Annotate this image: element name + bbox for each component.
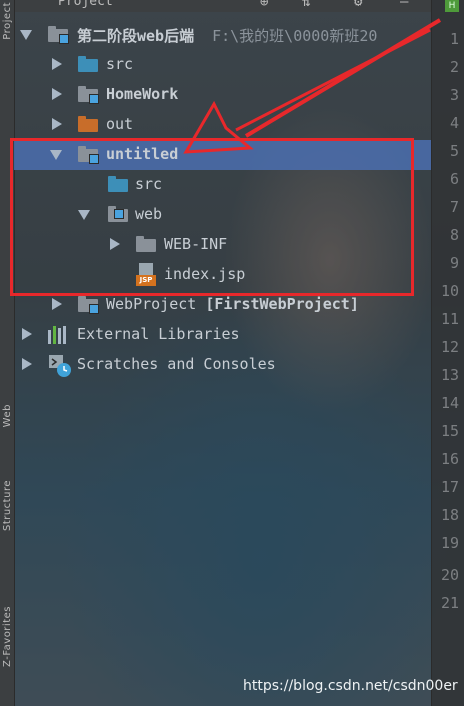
editor-gutter: H 1 2 3 4 5 6 7 8 9 10 11 12 13 14 15 16… (431, 0, 464, 706)
highlight-box (10, 138, 414, 296)
scratches-icon (48, 354, 72, 378)
tool-window-favorites-label[interactable]: Z-Favorites (2, 606, 13, 667)
tree-item-label: Scratches and Consoles (77, 355, 276, 373)
line-number: 20 (440, 566, 459, 584)
tree-root-label: 第二阶段web后端 F:\我的班\0000新班20 (77, 25, 377, 46)
excluded-folder-icon (78, 116, 98, 132)
watermark-text: https://blog.csdn.net/csdn00er (243, 678, 458, 694)
collapse-icon[interactable]: ⇅ (302, 0, 310, 10)
line-number: 18 (440, 506, 459, 524)
tree-item-label: WebProject [FirstWebProject] (106, 295, 359, 313)
line-number: 13 (440, 366, 459, 384)
line-number: 4 (449, 114, 459, 132)
library-icon (48, 326, 70, 344)
source-folder-icon (78, 56, 98, 72)
gear-icon[interactable]: ⚙ (354, 0, 362, 10)
line-number: 17 (440, 478, 459, 496)
line-number: 12 (440, 338, 459, 356)
left-tool-strip: Project Web Structure Z-Favorites (0, 0, 15, 706)
tree-item-label: out (106, 115, 134, 133)
line-number: 9 (449, 254, 459, 272)
hide-icon[interactable]: — (400, 0, 408, 10)
line-number: 14 (440, 394, 459, 412)
module-folder-icon (48, 26, 69, 44)
project-header-title[interactable]: Project (58, 0, 113, 9)
root-path: F:\我的班\0000新班20 (212, 27, 378, 45)
tree-row-src[interactable]: src (14, 50, 431, 80)
module-suffix: [FirstWebProject] (205, 295, 359, 313)
line-number: 7 (449, 198, 459, 216)
line-number: 10 (440, 282, 459, 300)
line-number: 3 (449, 86, 459, 104)
expand-arrow-icon[interactable] (52, 118, 62, 130)
line-number: 19 (440, 534, 459, 552)
module-name: WebProject (106, 295, 197, 313)
line-number: 5 (449, 142, 459, 160)
line-number: 16 (440, 450, 459, 468)
tree-item-label: External Libraries (77, 325, 240, 343)
gutter-marker: H (445, 0, 459, 12)
line-number: 8 (449, 226, 459, 244)
line-number: 1 (449, 30, 459, 48)
line-number: 6 (449, 170, 459, 188)
expand-arrow-icon[interactable] (22, 328, 32, 340)
tree-item-label: src (106, 55, 134, 73)
expand-arrow-icon[interactable] (52, 88, 62, 100)
project-header: Project ⊕ ⇅ ⚙ — (14, 0, 431, 12)
tool-window-structure-label[interactable]: Structure (2, 480, 13, 531)
root-name: 第二阶段web后端 (77, 27, 195, 45)
tree-row-external-libraries[interactable]: External Libraries (14, 320, 431, 350)
tool-window-web-label[interactable]: Web (2, 404, 13, 427)
tree-row-homework[interactable]: HomeWork (14, 80, 431, 110)
line-number: 15 (440, 422, 459, 440)
tool-window-project-label[interactable]: Project (2, 2, 13, 40)
target-icon[interactable]: ⊕ (260, 0, 268, 10)
module-folder-icon (78, 86, 99, 104)
tree-row-scratches[interactable]: Scratches and Consoles (14, 350, 431, 380)
expand-arrow-icon[interactable] (52, 58, 62, 70)
line-number: 2 (449, 58, 459, 76)
line-number: 21 (440, 594, 459, 612)
expand-arrow-icon[interactable] (22, 358, 32, 370)
expand-arrow-icon[interactable] (52, 298, 62, 310)
module-folder-icon (78, 296, 99, 314)
tree-row-root[interactable]: 第二阶段web后端 F:\我的班\0000新班20 (14, 20, 431, 50)
expand-arrow-icon[interactable] (20, 30, 32, 40)
tree-item-label: HomeWork (106, 85, 179, 103)
line-number: 11 (440, 310, 459, 328)
tree-row-out[interactable]: out (14, 110, 431, 140)
